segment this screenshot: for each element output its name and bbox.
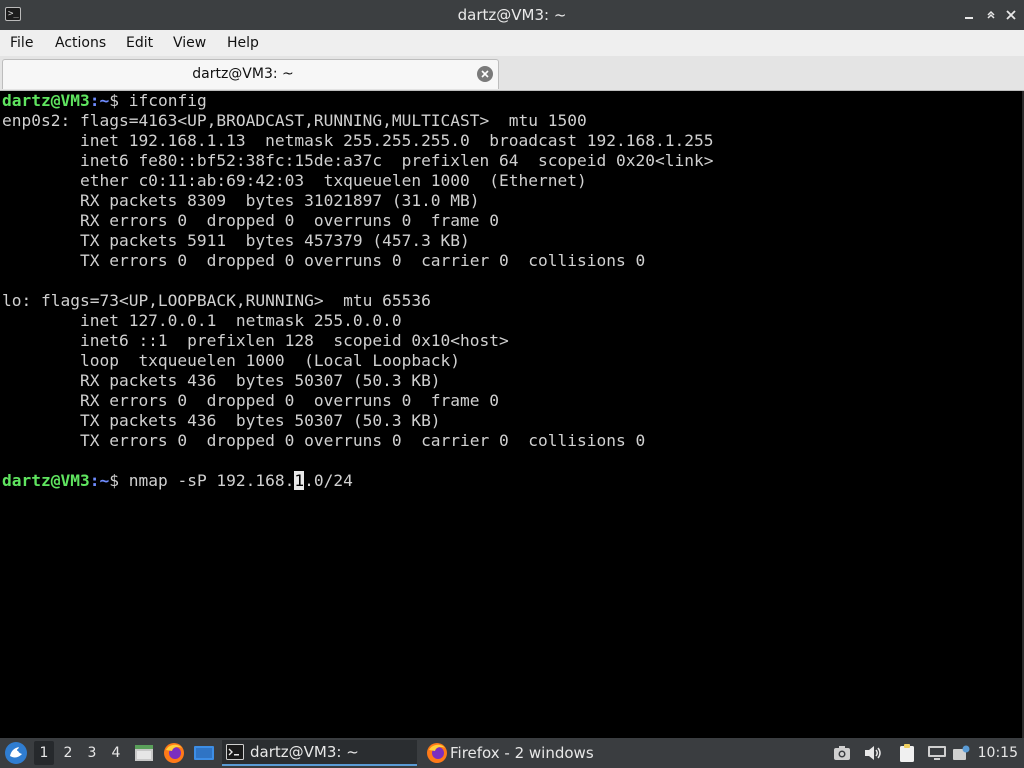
file-manager-launcher[interactable] [133, 738, 155, 768]
command-input-text[interactable]: nmap -sP 192.168. [129, 471, 295, 490]
workspace-3[interactable]: 3 [82, 741, 102, 765]
prompt-user-host: dartz@VM3 [2, 471, 90, 490]
taskbar: 1 2 3 4 dartz@VM3: ~ Firefox - 2 windows… [0, 738, 1024, 768]
desktop-icon [194, 746, 214, 760]
output-line: lo: flags=73<UP,LOOPBACK,RUNNING> mtu 65… [2, 291, 431, 310]
folder-icon [135, 745, 153, 761]
output-line: inet6 ::1 prefixlen 128 scopeid 0x10<hos… [2, 331, 509, 350]
output-line: RX errors 0 dropped 0 overruns 0 frame 0 [2, 211, 500, 230]
command-input-text-tail[interactable]: .0/24 [304, 471, 353, 490]
output-line: loop txqueuelen 1000 (Local Loopback) [2, 351, 461, 370]
output-line: TX packets 436 bytes 50307 (50.3 KB) [2, 411, 441, 430]
menu-help[interactable]: Help [227, 30, 259, 56]
tab-bar: dartz@VM3: ~ [0, 56, 1024, 91]
window-title-bar[interactable]: >_ dartz@VM3: ~ [0, 0, 1024, 30]
firefox-launcher[interactable] [163, 738, 185, 768]
close-icon [1006, 10, 1016, 20]
menu-actions[interactable]: Actions [55, 30, 106, 56]
maximize-icon [987, 10, 995, 19]
screenshot-tray-button[interactable] [833, 738, 851, 768]
output-line: RX packets 8309 bytes 31021897 (31.0 MB) [2, 191, 480, 210]
notification-icon [953, 745, 970, 760]
prompt-path: :~ [89, 91, 110, 110]
output-line: TX packets 5911 bytes 457379 (457.3 KB) [2, 231, 470, 250]
output-line: inet 127.0.0.1 netmask 255.0.0.0 [2, 311, 402, 330]
start-menu-icon [5, 742, 27, 764]
workspace-2[interactable]: 2 [58, 741, 78, 765]
start-menu-button[interactable] [4, 738, 28, 768]
minimize-icon [965, 17, 973, 19]
network-tray-button[interactable] [927, 738, 947, 768]
tab-label: dartz@VM3: ~ [192, 66, 294, 82]
notifications-tray-button[interactable] [952, 738, 970, 768]
text-cursor: 1 [294, 471, 305, 490]
task-label: dartz@VM3: ~ [250, 743, 359, 761]
clipboard-tray-button[interactable] [898, 738, 916, 768]
output-line: enp0s2: flags=4163<UP,BROADCAST,RUNNING,… [2, 111, 587, 130]
clock[interactable]: 10:15 [978, 738, 1018, 768]
output-line: RX packets 436 bytes 50307 (50.3 KB) [2, 371, 441, 390]
output-line: inet 192.168.1.13 netmask 255.255.255.0 … [2, 131, 714, 150]
maximize-button[interactable] [984, 8, 998, 22]
prompt-user-host: dartz@VM3 [2, 91, 90, 110]
volume-icon [865, 746, 881, 760]
menu-view[interactable]: View [173, 30, 206, 56]
network-icon [928, 746, 946, 760]
prompt-path: :~ [89, 471, 110, 490]
taskbar-task-terminal[interactable]: dartz@VM3: ~ [222, 740, 417, 766]
output-line: TX errors 0 dropped 0 overruns 0 carrier… [2, 431, 646, 450]
output-line: RX errors 0 dropped 0 overruns 0 frame 0 [2, 391, 500, 410]
terminal-icon [226, 744, 244, 760]
firefox-icon [427, 743, 447, 763]
camera-icon [834, 746, 850, 760]
close-window-button[interactable] [1004, 8, 1018, 22]
volume-tray-button[interactable] [863, 738, 883, 768]
workspace-4[interactable]: 4 [106, 741, 126, 765]
terminal-text: dartz@VM3:~$ ifconfig enp0s2: flags=4163… [0, 91, 1022, 491]
menu-bar: File Actions Edit View Help [0, 30, 1024, 56]
firefox-icon [164, 743, 184, 763]
workspace-1[interactable]: 1 [34, 741, 54, 765]
output-line: inet6 fe80::bf52:38fc:15de:a37c prefixle… [2, 151, 714, 170]
tab-terminal[interactable]: dartz@VM3: ~ [2, 59, 499, 89]
window-title: dartz@VM3: ~ [457, 6, 567, 24]
task-label: Firefox - 2 windows [450, 744, 594, 762]
clipboard-icon [900, 744, 914, 762]
close-icon [481, 70, 489, 78]
command-ifconfig: ifconfig [128, 91, 207, 110]
menu-edit[interactable]: Edit [126, 30, 153, 56]
output-line: ether c0:11:ab:69:42:03 txqueuelen 1000 … [2, 171, 587, 190]
terminal-output-area[interactable]: dartz@VM3:~$ ifconfig enp0s2: flags=4163… [0, 91, 1022, 738]
minimize-button[interactable] [962, 8, 976, 22]
taskbar-task-firefox[interactable]: Firefox - 2 windows [424, 740, 624, 766]
output-line: TX errors 0 dropped 0 overruns 0 carrier… [2, 251, 646, 270]
tab-close-button[interactable] [477, 66, 493, 82]
menu-file[interactable]: File [10, 30, 33, 56]
show-desktop-launcher[interactable] [193, 738, 215, 768]
prompt-symbol: $ [109, 471, 129, 490]
prompt-symbol: $ [109, 91, 129, 110]
